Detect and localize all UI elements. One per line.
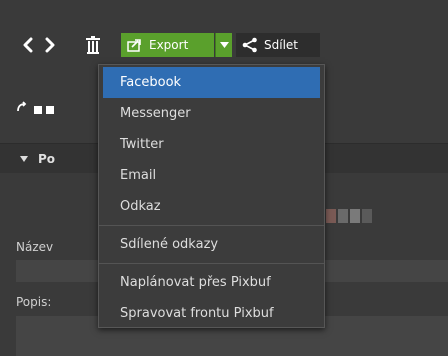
square-icon[interactable]	[34, 106, 42, 114]
caret-down-icon	[219, 42, 229, 48]
subtoolbar	[16, 96, 66, 120]
menu-item-manage-pixbuf-queue[interactable]: Spravovat frontu Pixbuf	[103, 298, 320, 329]
share-menu: Facebook Messenger Twitter Email Odkaz S…	[98, 64, 325, 328]
delete-button[interactable]	[84, 34, 102, 56]
color-swatch[interactable]	[362, 209, 372, 223]
menu-separator	[99, 263, 324, 264]
menu-item-facebook[interactable]: Facebook	[103, 67, 320, 98]
export-icon	[127, 39, 141, 52]
menu-item-shared-links[interactable]: Sdílené odkazy	[103, 229, 320, 260]
export-label: Export	[149, 38, 189, 52]
menu-item-email[interactable]: Email	[103, 160, 320, 191]
color-swatch[interactable]	[350, 209, 360, 223]
menu-separator	[99, 225, 324, 226]
menu-item-messenger[interactable]: Messenger	[103, 98, 320, 129]
caret-down-icon	[20, 155, 28, 162]
section-title: Po	[38, 151, 56, 166]
color-swatches	[326, 209, 372, 223]
chevron-left-icon	[23, 37, 33, 53]
export-dropdown-toggle[interactable]	[215, 33, 232, 57]
forward-button[interactable]	[42, 34, 58, 56]
share-label: Sdílet	[264, 38, 298, 52]
menu-item-twitter[interactable]: Twitter	[103, 129, 320, 160]
back-button[interactable]	[20, 34, 36, 56]
menu-item-link[interactable]: Odkaz	[103, 191, 320, 222]
export-button[interactable]: Export	[121, 33, 214, 57]
chevron-right-icon	[45, 37, 55, 53]
rotate-icon[interactable]	[16, 101, 30, 115]
toolbar: Export Sdílet	[0, 0, 448, 64]
share-button[interactable]: Sdílet	[236, 33, 320, 57]
color-swatch[interactable]	[326, 209, 336, 223]
menu-item-schedule-pixbuf[interactable]: Naplánovat přes Pixbuf	[103, 267, 320, 298]
name-label: Název	[16, 240, 54, 254]
color-swatch[interactable]	[338, 209, 348, 223]
export-group: Export	[121, 33, 232, 57]
share-icon	[242, 37, 257, 53]
description-label: Popis:	[16, 295, 52, 309]
square-icon[interactable]	[46, 106, 54, 114]
trash-icon	[86, 36, 100, 54]
